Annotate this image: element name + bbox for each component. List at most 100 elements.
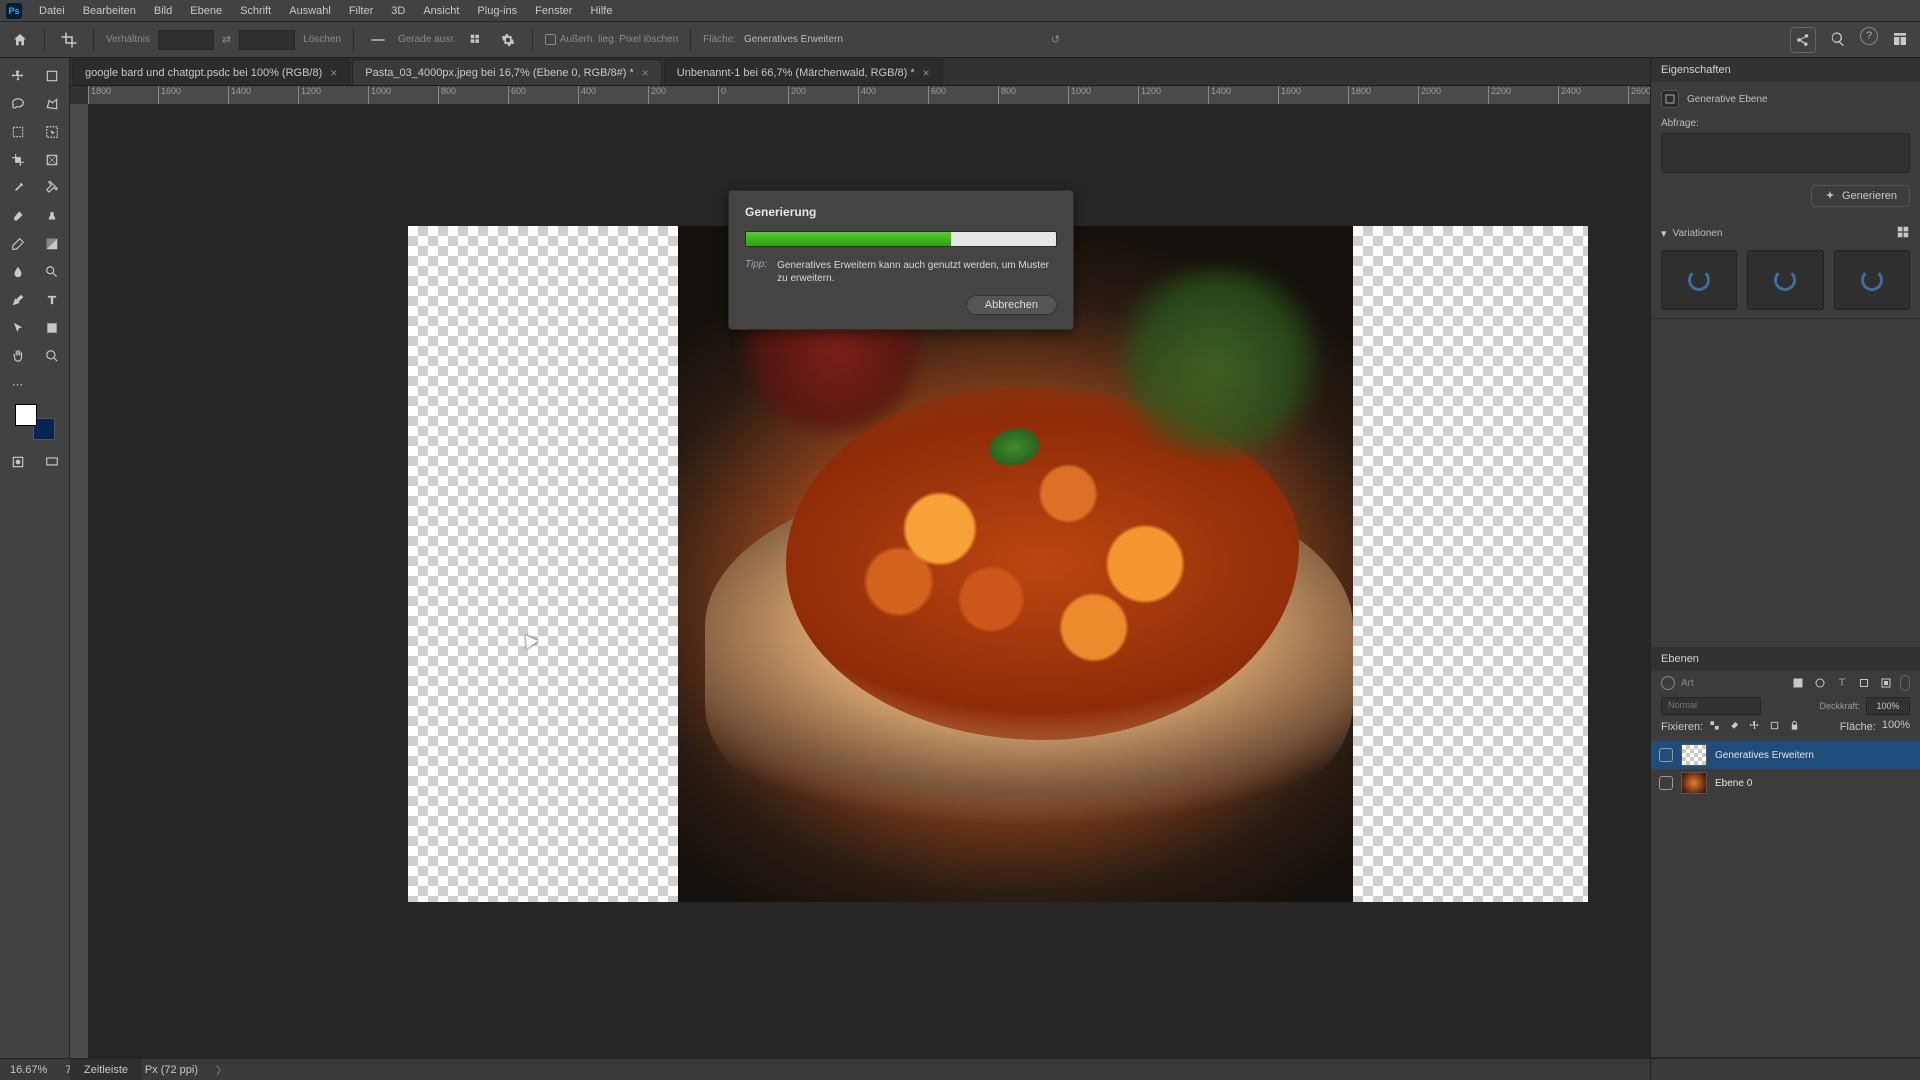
document-tab[interactable]: Unbenannt-1 bei 66,7% (Märchenwald, RGB/…	[664, 59, 943, 85]
screen-mode-icon[interactable]	[38, 450, 66, 474]
layer-visibility-icon[interactable]	[1659, 776, 1673, 790]
share-icon[interactable]	[1790, 27, 1816, 53]
ratio-height-input[interactable]	[239, 30, 295, 50]
search-icon[interactable]	[1826, 27, 1850, 51]
cancel-button[interactable]: Abbrechen	[966, 295, 1057, 315]
lock-nested-icon[interactable]	[1769, 720, 1783, 734]
blur-tool[interactable]	[4, 260, 32, 284]
dodge-tool[interactable]	[38, 260, 66, 284]
blend-mode-dropdown[interactable]: Normal	[1661, 697, 1761, 715]
menu-plugins[interactable]: Plug-ins	[468, 5, 526, 17]
object-select-tool[interactable]	[38, 120, 66, 144]
statusbar-menu-icon[interactable]: 〉	[216, 1062, 227, 1078]
menu-3d[interactable]: 3D	[382, 5, 414, 17]
canvas-area[interactable]: Generierung Tipp: Generatives Erweitern …	[88, 104, 1650, 1058]
crop-tool[interactable]	[4, 148, 32, 172]
menu-window[interactable]: Fenster	[526, 5, 581, 17]
home-icon[interactable]	[8, 28, 32, 52]
crop-settings-icon[interactable]	[496, 28, 520, 52]
layer-thumb[interactable]	[1681, 744, 1707, 766]
crop-tool-icon[interactable]	[57, 28, 81, 52]
path-select-tool[interactable]	[4, 316, 32, 340]
frame-tool[interactable]	[38, 148, 66, 172]
variations-grid-icon[interactable]	[1896, 225, 1910, 242]
straighten-icon[interactable]	[366, 28, 390, 52]
horizontal-ruler[interactable]: 1800160014001200100080060040020002004006…	[88, 86, 1650, 104]
gradient-tool[interactable]	[38, 232, 66, 256]
foreground-color-swatch[interactable]	[15, 404, 37, 426]
menu-image[interactable]: Bild	[145, 5, 181, 17]
lock-position-icon[interactable]	[1749, 720, 1763, 734]
filter-smart-icon[interactable]	[1878, 675, 1894, 691]
layer-row[interactable]: Ebene 0	[1651, 769, 1920, 797]
filter-adjust-icon[interactable]	[1812, 675, 1828, 691]
color-swatches[interactable]	[15, 404, 55, 440]
lock-pixels-icon[interactable]	[1729, 720, 1743, 734]
layer-name[interactable]: Ebene 0	[1715, 778, 1752, 789]
more-tools[interactable]: ⋯	[4, 372, 32, 396]
workspace-switcher-icon[interactable]	[1888, 27, 1912, 51]
layer-visibility-icon[interactable]	[1659, 748, 1673, 762]
filter-type-icon[interactable]: T	[1834, 675, 1850, 691]
marquee-tool[interactable]	[4, 120, 32, 144]
menu-edit[interactable]: Bearbeiten	[74, 5, 145, 17]
timeline-tab[interactable]: Zeitleiste	[70, 1058, 142, 1080]
document-tab[interactable]: Pasta_03_4000px.jpeg bei 16,7% (Ebene 0,…	[352, 59, 661, 85]
swap-ratio-icon[interactable]: ⇄	[222, 33, 231, 46]
close-tab-icon[interactable]: ×	[330, 66, 337, 80]
filter-shape-icon[interactable]	[1856, 675, 1872, 691]
shape-tool[interactable]	[38, 316, 66, 340]
close-tab-icon[interactable]: ×	[923, 66, 930, 80]
clear-button[interactable]: Löschen	[303, 34, 341, 45]
brush-tool[interactable]	[4, 204, 32, 228]
help-icon[interactable]: ?	[1860, 27, 1878, 45]
spot-heal-tool[interactable]	[38, 176, 66, 200]
menu-select[interactable]: Auswahl	[280, 5, 340, 17]
opacity-input[interactable]: 100%	[1866, 697, 1910, 715]
move-tool[interactable]	[4, 64, 32, 88]
pen-tool[interactable]	[4, 288, 32, 312]
zoom-tool[interactable]	[38, 344, 66, 368]
menu-filter[interactable]: Filter	[340, 5, 382, 17]
eyedropper-tool[interactable]	[4, 176, 32, 200]
eraser-tool[interactable]	[4, 232, 32, 256]
artboard-tool[interactable]	[38, 64, 66, 88]
menu-type[interactable]: Schrift	[231, 5, 280, 17]
document-tab[interactable]: google bard und chatgpt.psdc bei 100% (R…	[72, 59, 350, 85]
menu-file[interactable]: Datei	[30, 5, 74, 17]
layer-thumb[interactable]	[1681, 772, 1707, 794]
layer-name[interactable]: Generatives Erweitern	[1715, 750, 1814, 761]
lock-all-icon[interactable]	[1789, 720, 1803, 734]
vertical-ruler[interactable]	[70, 104, 88, 1058]
prompt-input[interactable]	[1661, 133, 1910, 173]
overlay-grid-icon[interactable]	[464, 28, 488, 52]
reset-crop-icon[interactable]: ↺	[1051, 33, 1060, 46]
type-tool[interactable]	[38, 288, 66, 312]
lock-transparency-icon[interactable]	[1709, 720, 1723, 734]
lasso-tool[interactable]	[4, 92, 32, 116]
zoom-value[interactable]: 16.67%	[10, 1064, 47, 1076]
variation-thumb[interactable]	[1747, 250, 1823, 310]
layer-row[interactable]: Generatives Erweitern	[1651, 741, 1920, 769]
polygonal-lasso-tool[interactable]	[38, 92, 66, 116]
menu-help[interactable]: Hilfe	[581, 5, 621, 17]
layer-filter-search-icon[interactable]	[1661, 676, 1675, 690]
ratio-width-input[interactable]	[158, 30, 214, 50]
menu-view[interactable]: Ansicht	[414, 5, 468, 17]
variation-thumb[interactable]	[1661, 250, 1737, 310]
quick-mask-icon[interactable]	[4, 450, 32, 474]
fill-opacity-input[interactable]: 100%	[1882, 719, 1910, 735]
clone-stamp-tool[interactable]	[38, 204, 66, 228]
chevron-down-icon[interactable]: ▾	[1661, 227, 1667, 240]
filter-pixel-icon[interactable]	[1790, 675, 1806, 691]
menu-layer[interactable]: Ebene	[181, 5, 231, 17]
close-tab-icon[interactable]: ×	[642, 66, 649, 80]
layer-filter-type[interactable]: Art	[1681, 678, 1784, 689]
layers-panel-title[interactable]: Ebenen	[1651, 647, 1920, 671]
filter-toggle-icon[interactable]	[1900, 675, 1910, 691]
generate-button[interactable]: Generieren	[1811, 185, 1910, 207]
delete-cropped-pixels-checkbox[interactable]: Außerh. lieg. Pixel löschen	[545, 34, 678, 45]
variation-thumb[interactable]	[1834, 250, 1910, 310]
properties-panel-title[interactable]: Eigenschaften	[1651, 58, 1920, 82]
hand-tool[interactable]	[4, 344, 32, 368]
